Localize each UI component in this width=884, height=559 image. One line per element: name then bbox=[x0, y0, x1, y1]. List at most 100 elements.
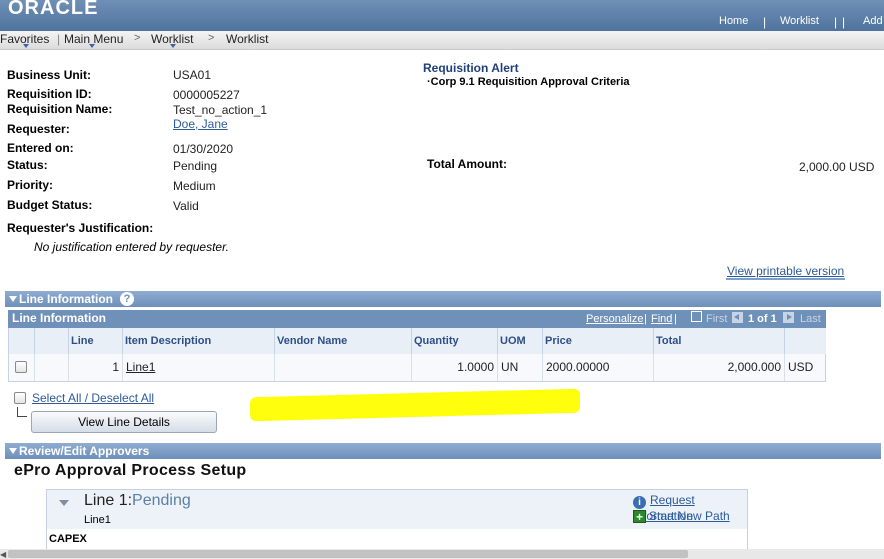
top-banner: ORACLE Home | Worklist | | Add bbox=[0, 0, 884, 31]
chevron-right-icon: > bbox=[134, 32, 141, 44]
highlight-mark bbox=[250, 388, 580, 422]
capex-label: CAPEX bbox=[49, 533, 87, 545]
priority-value: Medium bbox=[173, 179, 216, 193]
column-header-item-description[interactable]: Item Description bbox=[123, 328, 275, 354]
price-cell: 2000.00000 bbox=[543, 354, 654, 381]
collapse-icon[interactable] bbox=[59, 500, 69, 506]
table-row: 1 Line1 1.0000 UN 2000.00000 2,000.000 U… bbox=[8, 354, 826, 382]
line-info-section-header[interactable]: Line Information ? bbox=[5, 291, 881, 307]
budget-status-label: Budget Status: bbox=[7, 198, 93, 212]
justification-label: Requester's Justification: bbox=[7, 221, 154, 235]
find-link[interactable]: Find bbox=[651, 313, 672, 325]
column-header-total[interactable]: Total bbox=[654, 328, 785, 354]
approval-process-title: ePro Approval Process Setup bbox=[14, 462, 247, 479]
collapse-icon[interactable] bbox=[9, 448, 17, 454]
total-amount-label: Total Amount: bbox=[427, 157, 507, 171]
business-unit-label: Business Unit: bbox=[7, 68, 92, 82]
grid-title-bar: Line Information Personalize | Find | Fi… bbox=[8, 310, 826, 328]
status-value: Pending bbox=[173, 159, 218, 173]
home-link[interactable]: Home bbox=[719, 15, 748, 27]
scroll-left-icon[interactable]: ◀ bbox=[0, 550, 6, 559]
req-name-label: Requisition Name: bbox=[7, 102, 113, 116]
chevron-down-icon bbox=[89, 44, 95, 48]
row-select-checkbox[interactable] bbox=[15, 361, 27, 373]
req-name-value: Test_no_action_1 bbox=[173, 103, 268, 117]
select-all-link[interactable]: Select All / Deselect All bbox=[32, 391, 154, 405]
chevron-down-icon bbox=[170, 44, 176, 48]
separator: | bbox=[834, 15, 838, 29]
add-link[interactable]: Add bbox=[863, 15, 883, 27]
section-title: Line Information bbox=[19, 292, 113, 306]
help-icon[interactable]: ? bbox=[120, 292, 134, 306]
separator: | bbox=[842, 15, 846, 29]
justification-text: No justification entered by requester. bbox=[34, 240, 229, 254]
req-id-label: Requisition ID: bbox=[7, 87, 92, 101]
column-header-uom[interactable]: UOM bbox=[498, 328, 543, 354]
entered-value: 01/30/2020 bbox=[173, 142, 234, 156]
oracle-logo: ORACLE bbox=[8, 0, 99, 19]
separator: | bbox=[763, 15, 767, 29]
budget-status-value: Valid bbox=[173, 199, 199, 213]
requester-label: Requester: bbox=[7, 122, 70, 136]
section-title: Review/Edit Approvers bbox=[19, 444, 150, 458]
approval-line-label: Line 1:Pending bbox=[84, 492, 191, 510]
separator: | bbox=[57, 32, 61, 46]
prev-arrow-icon[interactable] bbox=[732, 312, 743, 323]
personalize-link[interactable]: Personalize bbox=[586, 313, 643, 325]
approval-line-header: Line 1:Pending Line1 i Request Informatio… bbox=[47, 490, 747, 529]
blank-column-header bbox=[35, 328, 69, 354]
view-line-details-button[interactable]: View Line Details bbox=[31, 411, 217, 433]
separator: | bbox=[674, 313, 677, 325]
select-column-header bbox=[9, 328, 35, 354]
info-icon: i bbox=[633, 496, 646, 509]
collapse-icon[interactable] bbox=[9, 296, 17, 302]
line-number-cell: 1 bbox=[69, 354, 123, 381]
line-subtitle: Line1 bbox=[84, 514, 111, 526]
first-label: First bbox=[706, 313, 728, 325]
item-description-link[interactable]: Line1 bbox=[123, 354, 275, 381]
tree-connector bbox=[17, 407, 27, 417]
chevron-right-icon: > bbox=[208, 32, 215, 44]
breadcrumb-worklist-current[interactable]: Worklist bbox=[226, 32, 268, 46]
column-header-price[interactable]: Price bbox=[543, 328, 654, 354]
plus-icon: + bbox=[633, 510, 646, 523]
quantity-cell: 1.0000 bbox=[412, 354, 498, 381]
priority-label: Priority: bbox=[7, 178, 54, 192]
horizontal-scrollbar[interactable]: ◀ bbox=[0, 549, 884, 559]
line-number-label: Line 1: bbox=[84, 492, 133, 509]
total-amount-value: 2,000.00 USD bbox=[799, 160, 875, 174]
worklist-link[interactable]: Worklist bbox=[780, 15, 819, 27]
requisition-alert-title: Requisition Alert bbox=[423, 61, 519, 75]
line-status: Pending bbox=[132, 492, 191, 509]
column-header-currency bbox=[785, 328, 827, 354]
entered-label: Entered on: bbox=[7, 141, 74, 155]
req-id-value: 0000005227 bbox=[173, 88, 240, 102]
total-cell: 2,000.000 bbox=[654, 354, 785, 381]
grid-header-row: Line Item Description Vendor Name Quanti… bbox=[8, 328, 826, 354]
page-counter: 1 of 1 bbox=[748, 313, 777, 325]
view-printable-link[interactable]: View printable version bbox=[726, 264, 846, 280]
requisition-alert-item: ·Corp 9.1 Requisition Approval Criteria bbox=[427, 76, 630, 88]
currency-cell: USD bbox=[788, 360, 814, 374]
next-arrow-icon[interactable] bbox=[783, 312, 794, 323]
select-all-checkbox[interactable] bbox=[14, 392, 26, 404]
vendor-name-cell bbox=[275, 354, 412, 381]
business-unit-value: USA01 bbox=[173, 68, 212, 82]
column-header-quantity[interactable]: Quantity bbox=[412, 328, 498, 354]
status-label: Status: bbox=[7, 158, 48, 172]
column-header-vendor-name[interactable]: Vendor Name bbox=[275, 328, 412, 354]
nav-bar: Favorites | Main Menu > Worklist > Workl… bbox=[0, 31, 884, 50]
approvers-section-header[interactable]: Review/Edit Approvers bbox=[5, 443, 881, 459]
blank-cell bbox=[34, 354, 69, 381]
chevron-down-icon bbox=[23, 44, 29, 48]
column-header-line[interactable]: Line bbox=[69, 328, 123, 354]
uom-cell: UN bbox=[498, 354, 543, 381]
last-label: Last bbox=[800, 313, 821, 325]
requester-link[interactable]: Doe, Jane bbox=[173, 117, 228, 131]
start-new-path-link[interactable]: + Start New Path bbox=[633, 509, 730, 523]
separator: | bbox=[644, 313, 647, 325]
scrollbar-thumb[interactable] bbox=[8, 550, 688, 558]
zoom-icon[interactable] bbox=[691, 311, 702, 322]
grid-title: Line Information bbox=[12, 311, 106, 325]
start-new-path-label[interactable]: Start New Path bbox=[649, 509, 730, 523]
